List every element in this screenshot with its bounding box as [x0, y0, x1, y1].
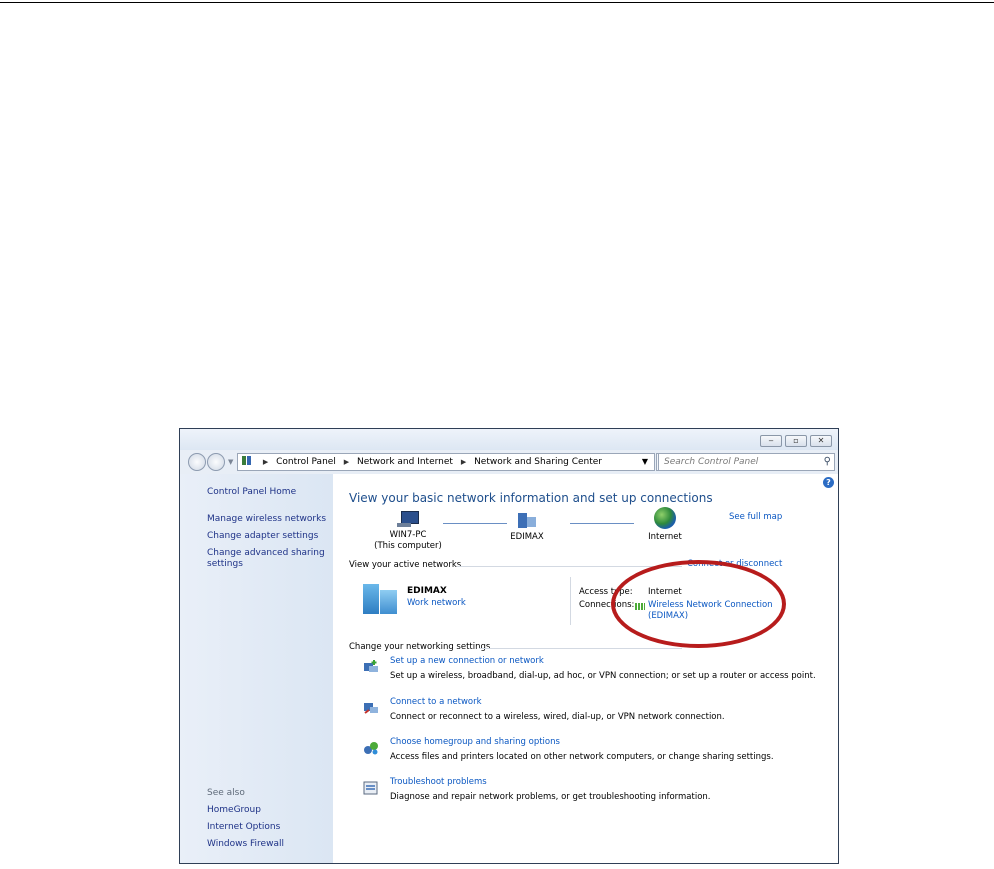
- connect-disconnect-link[interactable]: Connect or disconnect: [687, 559, 782, 569]
- task-desc-new-connection: Set up a wireless, broadband, dial-up, a…: [390, 671, 816, 681]
- maximize-button[interactable]: ▫: [785, 435, 807, 447]
- access-type-label: Access type:: [579, 587, 633, 597]
- task-link-homegroup[interactable]: Choose homegroup and sharing options: [390, 737, 560, 747]
- network-bench-icon: [363, 584, 397, 614]
- control-panel-icon: [242, 456, 251, 465]
- task-desc-troubleshoot: Diagnose and repair network problems, or…: [390, 792, 711, 802]
- computer-note: (This computer): [374, 541, 442, 551]
- address-field[interactable]: ▶ Control Panel ▶ Network and Internet ▶…: [237, 453, 655, 471]
- help-icon[interactable]: ?: [823, 477, 834, 488]
- wireless-connection-link[interactable]: Wireless Network Connection (EDIMAX): [648, 600, 773, 622]
- top-rule: [0, 2, 994, 3]
- map-node-network[interactable]: EDIMAX: [501, 511, 553, 543]
- main-panel: ? View your basic network information an…: [333, 474, 838, 863]
- back-button[interactable]: [188, 453, 206, 471]
- new-connection-icon: [363, 659, 379, 673]
- vertical-divider: [570, 577, 571, 625]
- sidebar-item-advanced-sharing-cont[interactable]: settings: [207, 559, 243, 570]
- task-link-new-connection[interactable]: Set up a new connection or network: [390, 656, 544, 666]
- address-dropdown-icon[interactable]: ▼: [642, 454, 648, 470]
- see-also-label: See also: [207, 788, 245, 798]
- search-input[interactable]: Search Control Panel ⚲: [658, 453, 835, 471]
- connect-network-icon: [363, 700, 379, 714]
- see-full-map-link[interactable]: See full map: [729, 512, 782, 522]
- section-divider: [479, 648, 682, 649]
- troubleshoot-icon: [363, 780, 379, 795]
- map-node-internet[interactable]: Internet: [640, 507, 690, 543]
- map-network-name: EDIMAX: [510, 532, 544, 542]
- network-icon: [518, 511, 536, 529]
- active-network-name: EDIMAX: [407, 586, 447, 596]
- close-button[interactable]: ✕: [810, 435, 832, 447]
- sidebar-item-adapter-settings[interactable]: Change adapter settings: [207, 531, 318, 542]
- recent-pages-chevron-icon[interactable]: ▼: [228, 458, 233, 466]
- task-desc-homegroup: Access files and printers located on oth…: [390, 752, 774, 762]
- caption-buttons: ‒ ▫ ✕: [760, 435, 832, 447]
- map-connector-line: [570, 523, 634, 524]
- title-bar: ‒ ▫ ✕: [180, 429, 838, 450]
- search-icon[interactable]: ⚲: [824, 454, 831, 470]
- breadcrumb-arrow-icon[interactable]: ▶: [344, 458, 349, 466]
- page-title: View your basic network information and …: [349, 491, 713, 505]
- active-networks-heading: View your active networks: [349, 560, 462, 570]
- task-link-connect-network[interactable]: Connect to a network: [390, 697, 482, 707]
- sidebar-item-advanced-sharing[interactable]: Change advanced sharing: [207, 548, 325, 559]
- search-placeholder: Search Control Panel: [664, 457, 759, 467]
- computer-name: WIN7-PC: [389, 530, 427, 540]
- globe-icon: [654, 507, 676, 529]
- network-type-link[interactable]: Work network: [407, 598, 466, 608]
- computer-icon: [397, 511, 419, 527]
- sidebar-item-homegroup[interactable]: HomeGroup: [207, 805, 261, 816]
- sidebar: Control Panel Home Manage wireless netwo…: [180, 474, 333, 863]
- sidebar-item-windows-firewall[interactable]: Windows Firewall: [207, 839, 284, 850]
- network-sharing-window: ‒ ▫ ✕ ▼ ▶ Control Panel ▶ Network and In…: [179, 428, 839, 864]
- connection-line-2: (EDIMAX): [648, 611, 689, 621]
- breadcrumb-sharing-center[interactable]: Network and Sharing Center: [474, 457, 602, 467]
- homegroup-icon: [363, 740, 379, 755]
- minimize-button[interactable]: ‒: [760, 435, 782, 447]
- connections-label: Connections:: [579, 600, 635, 610]
- change-settings-heading: Change your networking settings: [349, 642, 491, 652]
- connection-line-1: Wireless Network Connection: [648, 600, 773, 610]
- breadcrumb-control-panel[interactable]: Control Panel: [276, 457, 336, 467]
- task-link-troubleshoot[interactable]: Troubleshoot problems: [390, 777, 487, 787]
- content-area: Control Panel Home Manage wireless netwo…: [180, 474, 838, 863]
- forward-button[interactable]: [207, 453, 225, 471]
- sidebar-item-internet-options[interactable]: Internet Options: [207, 822, 280, 833]
- task-desc-connect-network: Connect or reconnect to a wireless, wire…: [390, 712, 725, 722]
- section-divider: [457, 566, 682, 567]
- breadcrumb-network-internet[interactable]: Network and Internet: [357, 457, 453, 467]
- sidebar-item-manage-wireless[interactable]: Manage wireless networks: [207, 514, 326, 525]
- sidebar-item-control-panel-home[interactable]: Control Panel Home: [207, 487, 296, 498]
- map-connector-line: [443, 523, 507, 524]
- breadcrumb-arrow-icon[interactable]: ▶: [263, 458, 268, 466]
- map-internet-label: Internet: [648, 532, 682, 542]
- breadcrumb-arrow-icon[interactable]: ▶: [461, 458, 466, 466]
- access-type-value: Internet: [648, 587, 682, 597]
- wireless-signal-icon: [635, 603, 645, 610]
- map-node-computer[interactable]: WIN7-PC (This computer): [366, 511, 450, 552]
